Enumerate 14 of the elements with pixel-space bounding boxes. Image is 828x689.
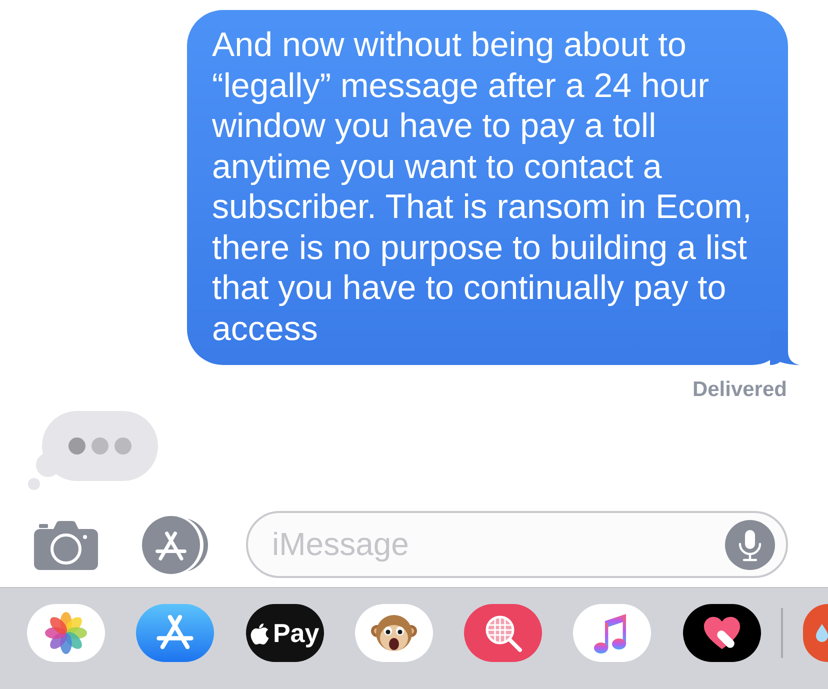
typing-dot-icon xyxy=(68,438,86,454)
typing-dot-icon xyxy=(92,438,108,454)
message-text: And now without being about to “legally” message after a 24 hour window you have to pay a toll anytime you want to contact a subscriber. That is ransom in Ecom, there is no purpose to building a list that you have to continually pay to access xyxy=(212,25,753,349)
microphone-icon[interactable] xyxy=(725,520,775,570)
app-store-icon xyxy=(155,615,196,651)
app-store-icon[interactable] xyxy=(142,516,210,574)
app-button[interactable]: Pay xyxy=(246,604,324,662)
drop-icon xyxy=(816,624,828,642)
flower-icon xyxy=(45,612,87,654)
camera-icon[interactable] xyxy=(34,520,98,570)
delivery-status: Delivered xyxy=(692,378,787,402)
bubble-tail xyxy=(770,331,800,365)
apple-icon xyxy=(250,622,270,644)
typing-dot-icon xyxy=(114,438,132,454)
